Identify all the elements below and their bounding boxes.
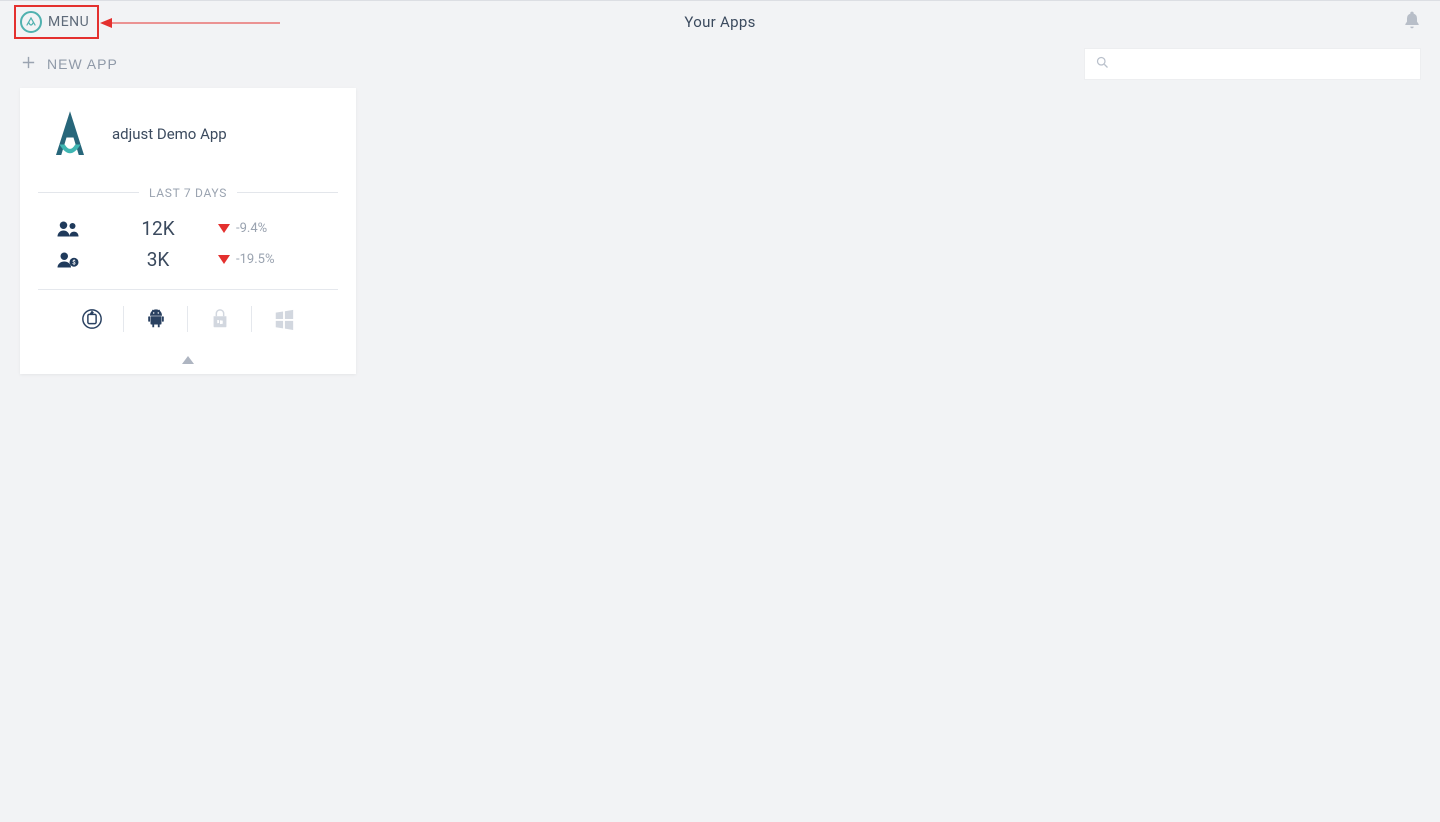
users-icon [38, 219, 98, 239]
notifications-button[interactable] [1402, 10, 1422, 34]
app-card[interactable]: adjust Demo App LAST 7 DAYS 12K -9.4% [20, 88, 356, 374]
menu-label: MENU [48, 14, 89, 30]
platform-windows[interactable] [252, 306, 316, 332]
users-value: 12K [98, 217, 218, 240]
new-app-button[interactable]: NEW APP [20, 54, 118, 74]
new-app-label: NEW APP [47, 56, 118, 72]
users-delta: -9.4% [218, 221, 338, 236]
down-triangle-icon [218, 224, 230, 233]
search-box[interactable] [1085, 49, 1420, 79]
period-divider: LAST 7 DAYS [38, 182, 338, 201]
svg-text:$: $ [72, 259, 76, 266]
platforms-row [20, 290, 356, 348]
period-label: LAST 7 DAYS [139, 186, 237, 200]
menu-button[interactable]: MENU [14, 5, 99, 39]
plus-icon [20, 54, 37, 74]
stat-row-users: 12K -9.4% [38, 213, 338, 244]
paying-users-delta-text: -19.5% [236, 252, 274, 267]
platform-ios[interactable] [60, 306, 124, 332]
annotation-arrow [100, 21, 280, 25]
toolbar: NEW APP [0, 44, 1440, 84]
paying-users-value: 3K [98, 248, 218, 271]
page-title: Your Apps [684, 13, 755, 31]
search-icon [1095, 55, 1110, 74]
down-triangle-icon [218, 255, 230, 264]
top-bar: MENU Your Apps [0, 0, 1440, 42]
search-input[interactable] [1118, 56, 1410, 72]
app-name: adjust Demo App [112, 125, 227, 143]
paying-users-delta: -19.5% [218, 252, 338, 267]
platform-android[interactable] [124, 306, 188, 332]
paying-users-icon: $ [38, 250, 98, 270]
app-card-header: adjust Demo App [20, 88, 356, 174]
platform-windows-store[interactable] [188, 306, 252, 332]
users-delta-text: -9.4% [236, 221, 267, 236]
adjust-logo-icon [20, 11, 42, 33]
up-triangle-icon [182, 356, 194, 364]
stats-block: 12K -9.4% $ 3K -19.5% [20, 209, 356, 289]
app-logo [40, 104, 100, 164]
collapse-button[interactable] [20, 348, 356, 374]
stat-row-paying-users: $ 3K -19.5% [38, 244, 338, 275]
